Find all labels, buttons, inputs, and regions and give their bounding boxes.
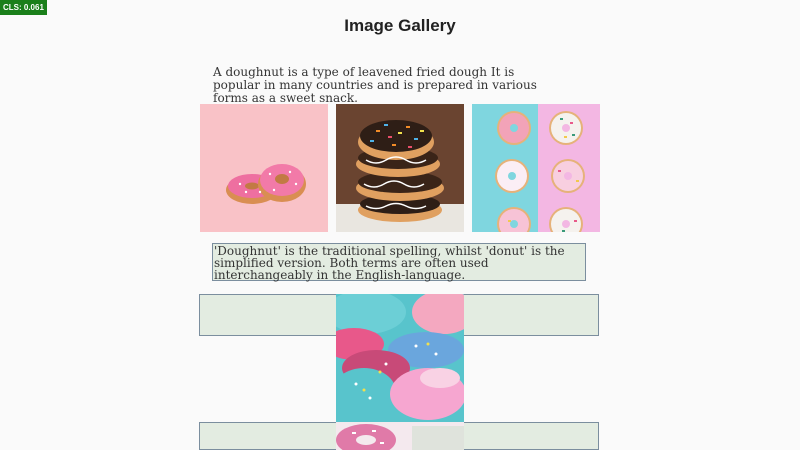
closeup-doughnuts-illustration bbox=[336, 294, 464, 422]
teal-pink-doughnuts-illustration bbox=[495, 111, 585, 232]
pink-doughnuts-illustration bbox=[226, 164, 306, 204]
intro-paragraph: A doughnut is a type of leavened fried d… bbox=[213, 65, 537, 105]
gallery-image-closeup-doughnuts[interactable] bbox=[336, 294, 464, 422]
gallery-image-pink-doughnuts[interactable] bbox=[200, 104, 328, 232]
page-title: Image Gallery bbox=[344, 16, 456, 35]
caption-text: 'Doughnut' is the traditional spelling, … bbox=[212, 243, 586, 281]
gallery-image-stacked-doughnuts[interactable] bbox=[336, 104, 464, 232]
stacked-doughnuts-illustration bbox=[336, 104, 464, 232]
gallery-image-teal-pink-doughnuts[interactable] bbox=[472, 104, 600, 232]
partial-doughnut-illustration bbox=[336, 422, 464, 450]
gallery-image-partial[interactable] bbox=[336, 422, 464, 450]
cls-badge: CLS: 0.061 bbox=[0, 0, 47, 15]
